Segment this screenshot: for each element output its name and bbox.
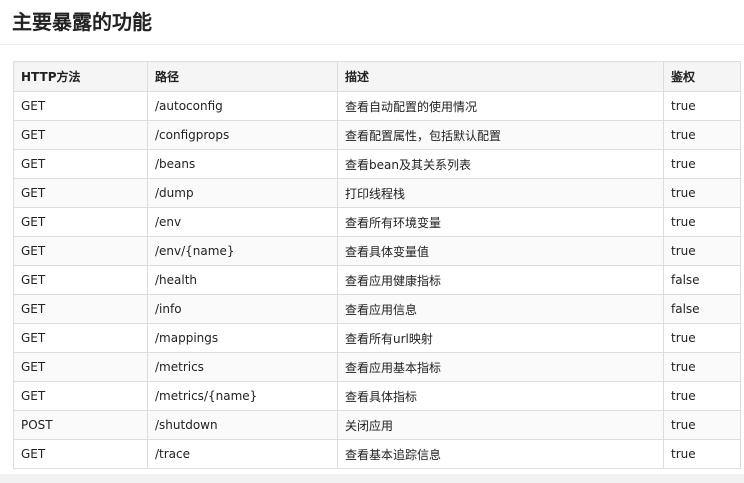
heading-divider — [0, 44, 744, 45]
table-row: GET /configprops 查看配置属性，包括默认配置 true — [13, 120, 741, 150]
cell-path: /env/{name} — [147, 236, 338, 266]
cell-description: 查看具体指标 — [337, 381, 664, 411]
cell-path: /trace — [147, 439, 338, 469]
cell-description: 查看自动配置的使用情况 — [337, 91, 664, 121]
cell-auth: false — [663, 294, 741, 324]
cell-path: /shutdown — [147, 410, 338, 440]
cell-path: /env — [147, 207, 338, 237]
cell-auth: true — [663, 439, 741, 469]
cell-auth: true — [663, 323, 741, 353]
table-row: GET /health 查看应用健康指标 false — [13, 265, 741, 295]
cell-description: 查看所有环境变量 — [337, 207, 664, 237]
cell-method: POST — [13, 410, 148, 440]
cell-path: /metrics/{name} — [147, 381, 338, 411]
cell-method: GET — [13, 120, 148, 150]
header-auth: 鉴权 — [663, 61, 741, 92]
cell-auth: true — [663, 207, 741, 237]
cell-description: 查看bean及其关系列表 — [337, 149, 664, 179]
header-method: HTTP方法 — [13, 61, 148, 92]
cell-description: 打印线程栈 — [337, 178, 664, 208]
cell-path: /beans — [147, 149, 338, 179]
table-row: GET /env/{name} 查看具体变量值 true — [13, 236, 741, 266]
table-row: GET /dump 打印线程栈 true — [13, 178, 741, 208]
table-row: GET /trace 查看基本追踪信息 true — [13, 439, 741, 469]
cell-auth: true — [663, 352, 741, 382]
cell-description: 查看应用健康指标 — [337, 265, 664, 295]
cell-description: 查看配置属性，包括默认配置 — [337, 120, 664, 150]
cell-description: 查看所有url映射 — [337, 323, 664, 353]
cell-auth: true — [663, 410, 741, 440]
cell-path: /info — [147, 294, 338, 324]
cell-path: /dump — [147, 178, 338, 208]
cell-method: GET — [13, 381, 148, 411]
cell-path: /metrics — [147, 352, 338, 382]
table-row: GET /info 查看应用信息 false — [13, 294, 741, 324]
table-row: GET /beans 查看bean及其关系列表 true — [13, 149, 741, 179]
page: 主要暴露的功能 HTTP方法 路径 描述 鉴权 GET /autoconfig … — [0, 0, 744, 483]
table-row: GET /env 查看所有环境变量 true — [13, 207, 741, 237]
cell-auth: true — [663, 91, 741, 121]
cell-method: GET — [13, 323, 148, 353]
page-title: 主要暴露的功能 — [12, 10, 152, 34]
table-row: POST /shutdown 关闭应用 true — [13, 410, 741, 440]
cell-method: GET — [13, 439, 148, 469]
cell-auth: true — [663, 381, 741, 411]
cell-auth: true — [663, 120, 741, 150]
cell-method: GET — [13, 207, 148, 237]
table-row: GET /metrics 查看应用基本指标 true — [13, 352, 741, 382]
cell-method: GET — [13, 294, 148, 324]
table-row: GET /mappings 查看所有url映射 true — [13, 323, 741, 353]
cell-method: GET — [13, 236, 148, 266]
cell-method: GET — [13, 178, 148, 208]
cell-path: /health — [147, 265, 338, 295]
cell-method: GET — [13, 265, 148, 295]
cell-description: 查看应用基本指标 — [337, 352, 664, 382]
cell-path: /configprops — [147, 120, 338, 150]
header-description: 描述 — [337, 61, 664, 92]
cell-method: GET — [13, 149, 148, 179]
cell-method: GET — [13, 352, 148, 382]
cell-description: 查看具体变量值 — [337, 236, 664, 266]
header-path: 路径 — [147, 61, 338, 92]
cell-description: 查看基本追踪信息 — [337, 439, 664, 469]
cell-method: GET — [13, 91, 148, 121]
table-row: GET /metrics/{name} 查看具体指标 true — [13, 381, 741, 411]
cell-description: 关闭应用 — [337, 410, 664, 440]
endpoints-table: HTTP方法 路径 描述 鉴权 GET /autoconfig 查看自动配置的使… — [13, 61, 741, 469]
cell-auth: true — [663, 236, 741, 266]
cell-auth: false — [663, 265, 741, 295]
cell-path: /autoconfig — [147, 91, 338, 121]
table-row: GET /autoconfig 查看自动配置的使用情况 true — [13, 91, 741, 121]
bottom-band — [0, 474, 744, 483]
table-header-row: HTTP方法 路径 描述 鉴权 — [13, 61, 741, 92]
cell-description: 查看应用信息 — [337, 294, 664, 324]
cell-path: /mappings — [147, 323, 338, 353]
cell-auth: true — [663, 149, 741, 179]
cell-auth: true — [663, 178, 741, 208]
